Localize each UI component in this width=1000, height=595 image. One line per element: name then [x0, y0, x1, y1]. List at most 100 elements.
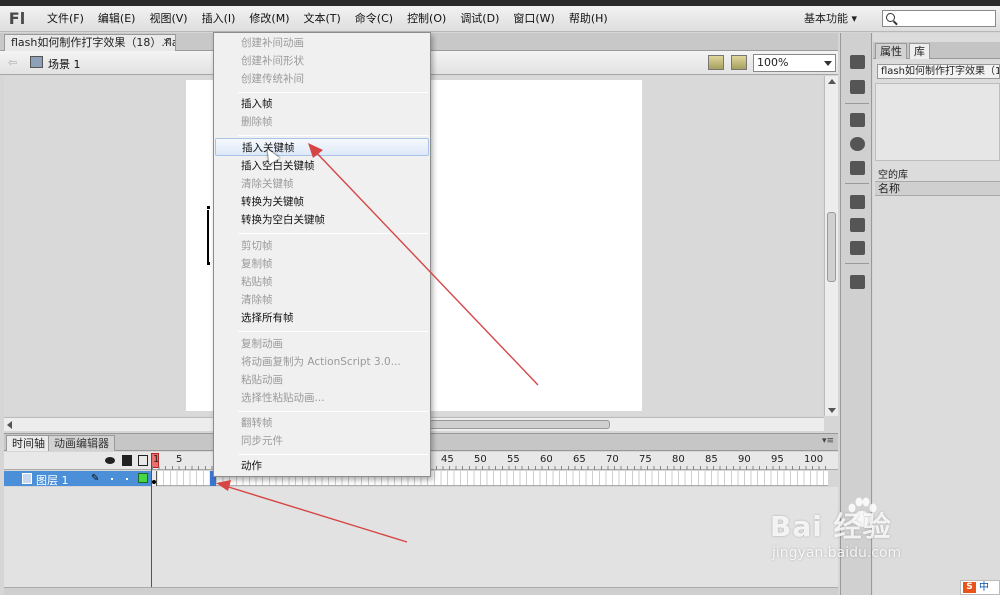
menu-item-actions[interactable]: 动作	[215, 457, 429, 475]
menu-item-cut-frames[interactable]: 剪切帧	[215, 237, 429, 255]
menu-item-convert-to-keyframes[interactable]: 转换为关键帧	[215, 193, 429, 211]
menu-item-copy-motion-as-actionscript[interactable]: 将动画复制为 ActionScript 3.0...	[215, 353, 429, 371]
back-arrow-icon[interactable]: ⇦	[8, 56, 17, 69]
tab-properties[interactable]: 属性	[875, 43, 907, 59]
lock-dot[interactable]	[126, 478, 128, 480]
tab-timeline[interactable]: 时间轴	[6, 435, 51, 451]
ruler-label: 70	[606, 454, 619, 465]
menu-item-insert-keyframe[interactable]: 插入关键帧	[215, 138, 429, 156]
edit-symbols-icon[interactable]	[731, 55, 747, 70]
menu-item-select-all-frames[interactable]: 选择所有帧	[215, 309, 429, 327]
menu-item-reverse-frames[interactable]: 翻转帧	[215, 414, 429, 432]
edit-scene-icon[interactable]	[708, 55, 724, 70]
lock-icon[interactable]	[122, 455, 132, 466]
empty-library-label: 空的库	[878, 170, 908, 181]
menu-item-copy-motion[interactable]: 复制动画	[215, 335, 429, 353]
menu-item-paste-motion-special[interactable]: 选择性粘贴动画...	[215, 389, 429, 407]
workspace-switcher[interactable]: 基本功能 ▾	[804, 10, 872, 28]
menu-separator	[238, 233, 428, 234]
ruler-label: 100	[804, 454, 824, 465]
menu-commands[interactable]: 命令(C)	[348, 6, 400, 32]
menu-item-create-motion-tween[interactable]: 创建补间动画	[215, 34, 429, 52]
eye-icon[interactable]	[105, 457, 115, 464]
playhead-line	[151, 468, 152, 595]
search-input[interactable]	[882, 10, 996, 27]
scroll-left-icon[interactable]	[7, 421, 12, 429]
menu-control[interactable]: 控制(O)	[400, 6, 453, 32]
tab-motion-editor[interactable]: 动画编辑器	[48, 435, 115, 451]
ime-indicator[interactable]: S中	[960, 580, 1000, 595]
menu-item-clear-keyframe[interactable]: 清除关键帧	[215, 175, 429, 193]
ruler-label: 55	[507, 454, 520, 465]
menu-separator	[238, 454, 428, 455]
menu-text[interactable]: 文本(T)	[296, 6, 347, 32]
divider	[845, 103, 869, 104]
vertical-scrollbar[interactable]	[824, 76, 838, 416]
sogou-icon: S	[963, 582, 976, 593]
outline-icon[interactable]	[138, 455, 148, 466]
scroll-down-icon[interactable]	[828, 408, 836, 413]
info-icon[interactable]	[850, 137, 865, 151]
menu-separator	[238, 411, 428, 412]
document-tab[interactable]: flash如何制作打字效果（18）.fla* ✕	[4, 34, 176, 51]
projects-icon[interactable]	[850, 275, 865, 289]
transform-icon[interactable]	[850, 161, 865, 175]
library-preview	[875, 83, 1000, 161]
layer-name: 图层 1	[36, 474, 69, 487]
menu-separator	[238, 331, 428, 332]
pencil-icon: ✎	[91, 473, 100, 484]
watermark-brand: Bai 经验	[770, 510, 892, 543]
menu-item-paste-frames[interactable]: 粘贴帧	[215, 273, 429, 291]
ruler-label: 85	[705, 454, 718, 465]
chevron-down-icon: ▾	[851, 12, 858, 25]
layer-row[interactable]: 图层 1 ✎	[4, 471, 151, 487]
ruler-label: 60	[540, 454, 553, 465]
visibility-dot[interactable]	[111, 478, 113, 480]
selection-handle	[207, 262, 210, 265]
code-snippets-icon[interactable]	[850, 195, 865, 209]
ruler-label: 1	[153, 454, 160, 465]
frame-context-menu: 创建补间动画 创建补间形状 创建传统补间 插入帧 删除帧 插入关键帧 插入空白关…	[213, 32, 431, 477]
menu-item-insert-blank-keyframe[interactable]: 插入空白关键帧	[215, 157, 429, 175]
menu-item-clear-frames[interactable]: 清除帧	[215, 291, 429, 309]
close-icon[interactable]: ✕	[163, 35, 171, 51]
menu-help[interactable]: 帮助(H)	[562, 6, 615, 32]
menu-item-create-shape-tween[interactable]: 创建补间形状	[215, 52, 429, 70]
tab-library[interactable]: 库	[909, 43, 930, 59]
scene-label: 场景 1	[48, 58, 81, 71]
panel-menu-icon[interactable]: ▾≡	[822, 436, 834, 446]
menu-window[interactable]: 窗口(W)	[506, 6, 561, 32]
timeline-body	[4, 487, 838, 587]
text-cursor	[207, 210, 209, 262]
menu-item-remove-frames[interactable]: 删除帧	[215, 113, 429, 131]
menu-item-synchronize-symbols[interactable]: 同步元件	[215, 432, 429, 450]
outline-color-swatch[interactable]	[138, 473, 148, 483]
menu-view[interactable]: 视图(V)	[142, 6, 194, 32]
layer-icon	[22, 473, 32, 484]
motion-presets-icon[interactable]	[850, 241, 865, 255]
menu-item-create-classic-tween[interactable]: 创建传统补间	[215, 70, 429, 88]
menu-insert[interactable]: 插入(I)	[195, 6, 243, 32]
components-icon[interactable]	[850, 218, 865, 232]
menu-edit[interactable]: 编辑(E)	[91, 6, 143, 32]
swatches-icon[interactable]	[850, 80, 865, 94]
scroll-up-icon[interactable]	[828, 79, 836, 84]
menu-modify[interactable]: 修改(M)	[242, 6, 296, 32]
scrollbar-thumb[interactable]	[827, 212, 836, 282]
zoom-value: 100%	[757, 56, 789, 69]
color-icon[interactable]	[850, 55, 865, 69]
menu-item-insert-frame[interactable]: 插入帧	[215, 95, 429, 113]
menu-item-convert-to-blank-keyframes[interactable]: 转换为空白关键帧	[215, 211, 429, 229]
menu-items: 文件(F) 编辑(E) 视图(V) 插入(I) 修改(M) 文本(T) 命令(C…	[40, 6, 615, 32]
menu-file[interactable]: 文件(F)	[40, 6, 91, 32]
align-icon[interactable]	[850, 113, 865, 127]
ruler-label: 5	[176, 454, 183, 465]
menu-item-paste-motion[interactable]: 粘贴动画	[215, 371, 429, 389]
ruler-label: 80	[672, 454, 685, 465]
zoom-select[interactable]: 100%	[753, 54, 836, 72]
menu-debug[interactable]: 调试(D)	[453, 6, 506, 32]
menu-item-copy-frames[interactable]: 复制帧	[215, 255, 429, 273]
search-icon	[886, 13, 895, 22]
name-column-header[interactable]: 名称	[875, 181, 1000, 196]
library-document-select[interactable]: flash如何制作打字效果（1	[877, 64, 1000, 79]
